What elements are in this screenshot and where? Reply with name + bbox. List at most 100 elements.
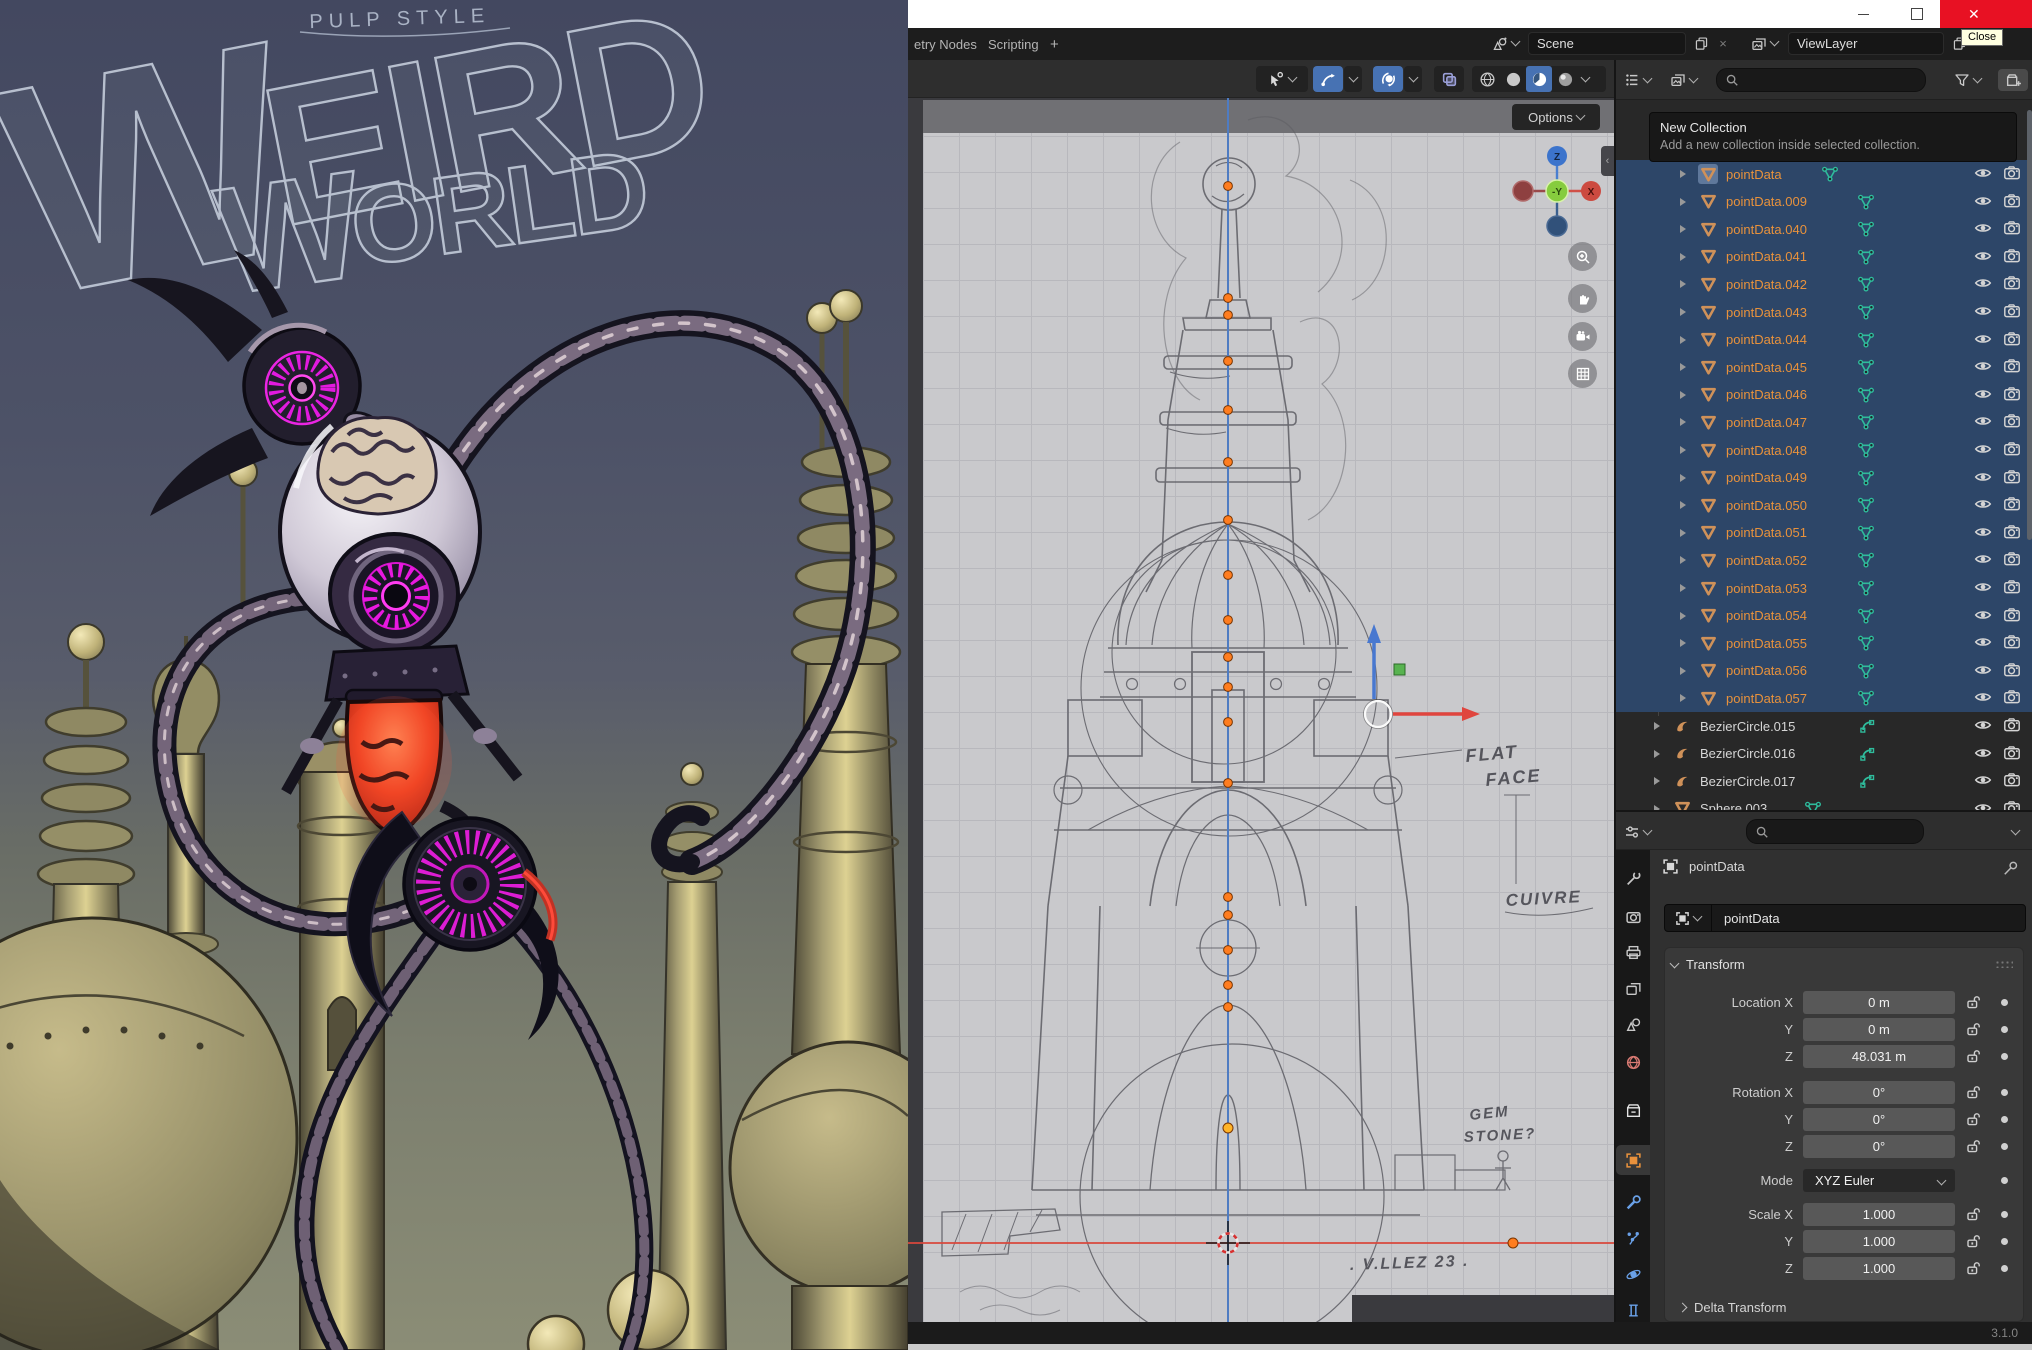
outliner-filter-id-button[interactable]	[1670, 69, 1708, 91]
outliner-item-label[interactable]: pointData.043	[1726, 305, 1807, 320]
disable-in-renders-icon[interactable]	[2003, 744, 2023, 764]
outliner-row[interactable]: pointData.053	[1616, 574, 2032, 602]
disclosure-triangle-icon[interactable]	[1680, 584, 1686, 592]
navigation-axis-gizmo[interactable]: Z X -Y	[1498, 126, 1616, 248]
curve-control-point[interactable]	[1224, 981, 1233, 990]
disable-in-renders-icon[interactable]	[2003, 578, 2023, 598]
disable-in-renders-icon[interactable]	[2003, 357, 2023, 377]
shading-material-button[interactable]	[1526, 66, 1552, 92]
outliner-row[interactable]: pointData.041	[1616, 243, 2032, 271]
disable-in-renders-icon[interactable]	[2003, 219, 2023, 239]
tab-scripting[interactable]: Scripting	[988, 28, 1039, 60]
outliner-item-label[interactable]: pointData.040	[1726, 222, 1807, 237]
outliner-item-label[interactable]: pointData.052	[1726, 553, 1807, 568]
pan-tool-button[interactable]	[1568, 284, 1597, 313]
lock-open-icon[interactable]	[1965, 1021, 1983, 1039]
close-button[interactable]: ✕	[1940, 0, 2032, 28]
curve-control-point[interactable]	[1224, 683, 1233, 692]
hide-in-viewport-icon[interactable]	[1974, 274, 1994, 294]
animate-property-dot[interactable]	[2001, 1116, 2008, 1123]
lock-open-icon[interactable]	[1965, 1233, 1983, 1251]
outliner-item-label[interactable]: pointData.045	[1726, 360, 1807, 375]
outliner-item-label[interactable]: pointData	[1726, 167, 1782, 182]
properties-tab-scene[interactable]	[1616, 1009, 1650, 1039]
hide-in-viewport-icon[interactable]	[1974, 412, 1994, 432]
lock-open-icon[interactable]	[1965, 1084, 1983, 1102]
outliner-row[interactable]: BezierCircle.017	[1616, 767, 2032, 795]
disclosure-triangle-icon[interactable]	[1680, 225, 1686, 233]
camera-view-button[interactable]	[1568, 322, 1597, 351]
outliner-row[interactable]: pointData.044	[1616, 326, 2032, 354]
outliner-row[interactable]: pointData.040	[1616, 215, 2032, 243]
disclosure-triangle-icon[interactable]	[1680, 308, 1686, 316]
hide-in-viewport-icon[interactable]	[1974, 771, 1994, 791]
outliner-row[interactable]: Sphere.003	[1616, 795, 2032, 810]
outliner-row[interactable]: pointData.052	[1616, 546, 2032, 574]
properties-options-dropdown[interactable]	[2011, 826, 2021, 836]
disclosure-triangle-icon[interactable]	[1680, 363, 1686, 371]
animate-property-dot[interactable]	[2001, 1026, 2008, 1033]
outliner-item-label[interactable]: pointData.048	[1726, 443, 1807, 458]
hide-in-viewport-icon[interactable]	[1974, 302, 1994, 322]
lock-open-icon[interactable]	[1965, 1111, 1983, 1129]
outliner-row[interactable]: pointData.043	[1616, 298, 2032, 326]
disable-in-renders-icon[interactable]	[2003, 799, 2023, 810]
hide-in-viewport-icon[interactable]	[1974, 661, 1994, 681]
outliner-search-input[interactable]	[1716, 68, 1926, 92]
properties-tab-view-layer[interactable]	[1616, 973, 1650, 1003]
show-gizmos-toggle[interactable]	[1256, 66, 1308, 92]
tab-add-workspace[interactable]: +	[1050, 28, 1059, 60]
outliner-display-mode-button[interactable]	[1624, 69, 1662, 91]
viewlayer-name-field[interactable]: ViewLayer	[1788, 32, 1944, 55]
minimize-button[interactable]	[1840, 0, 1886, 28]
tab-geometry-nodes[interactable]: etry Nodes	[914, 28, 977, 60]
hide-in-viewport-icon[interactable]	[1974, 219, 1994, 239]
axis-z-neg-button[interactable]	[1547, 216, 1567, 236]
disclosure-triangle-icon[interactable]	[1680, 280, 1686, 288]
object-name-field[interactable]: pointData	[1664, 904, 2026, 932]
outliner-filter-button[interactable]	[1954, 69, 1994, 91]
disable-in-renders-icon[interactable]	[2003, 330, 2023, 350]
transform-panel-header[interactable]: Transform	[1665, 948, 2023, 980]
properties-search-input[interactable]	[1746, 819, 1924, 844]
value-field[interactable]: 0 m	[1803, 1018, 1955, 1041]
lock-open-icon[interactable]	[1965, 1048, 1983, 1066]
hide-in-viewport-icon[interactable]	[1974, 550, 1994, 570]
disclosure-triangle-icon[interactable]	[1680, 391, 1686, 399]
lock-open-icon[interactable]	[1965, 1260, 1983, 1278]
grid-ortho-button[interactable]	[1568, 359, 1597, 388]
disclosure-triangle-icon[interactable]	[1680, 501, 1686, 509]
hide-in-viewport-icon[interactable]	[1974, 357, 1994, 377]
disclosure-triangle-icon[interactable]	[1680, 418, 1686, 426]
hide-in-viewport-icon[interactable]	[1974, 330, 1994, 350]
outliner-row[interactable]: pointData	[1616, 160, 2032, 188]
curve-endpoint[interactable]	[1508, 1238, 1518, 1248]
disclosure-triangle-icon[interactable]	[1680, 336, 1686, 344]
new-collection-button[interactable]	[1998, 69, 2028, 91]
disable-in-renders-icon[interactable]	[2003, 192, 2023, 212]
delta-transform-panel[interactable]: Delta Transform	[1679, 1300, 1786, 1315]
outliner-item-label[interactable]: pointData.042	[1726, 277, 1807, 292]
outliner-row[interactable]: pointData.050	[1616, 491, 2032, 519]
hide-in-viewport-icon[interactable]	[1974, 523, 1994, 543]
curve-control-point[interactable]	[1224, 1003, 1233, 1012]
outliner-item-label[interactable]: pointData.055	[1726, 636, 1807, 651]
outliner-row[interactable]: pointData.046	[1616, 381, 2032, 409]
axis-x-neg-button[interactable]	[1513, 181, 1533, 201]
outliner-item-label[interactable]: pointData.057	[1726, 691, 1807, 706]
orbit-gizmo-toggle[interactable]	[1373, 66, 1403, 92]
zoom-tool-button[interactable]	[1568, 242, 1597, 271]
hide-in-viewport-icon[interactable]	[1974, 440, 1994, 460]
orbit-dropdown[interactable]	[1404, 66, 1422, 92]
outliner-row[interactable]: pointData.056	[1616, 657, 2032, 685]
properties-tab-tool[interactable]	[1616, 863, 1650, 893]
disable-in-renders-icon[interactable]	[2003, 302, 2023, 322]
disclosure-triangle-icon[interactable]	[1680, 446, 1686, 454]
outliner-item-label[interactable]: pointData.050	[1726, 498, 1807, 513]
gizmo-free-handle[interactable]	[1365, 701, 1391, 727]
outliner-item-label[interactable]: pointData.044	[1726, 332, 1807, 347]
disclosure-triangle-icon[interactable]	[1680, 612, 1686, 620]
disable-in-renders-icon[interactable]	[2003, 716, 2023, 736]
outliner-item-label[interactable]: BezierCircle.015	[1700, 719, 1795, 734]
curve-control-point[interactable]	[1224, 311, 1233, 320]
